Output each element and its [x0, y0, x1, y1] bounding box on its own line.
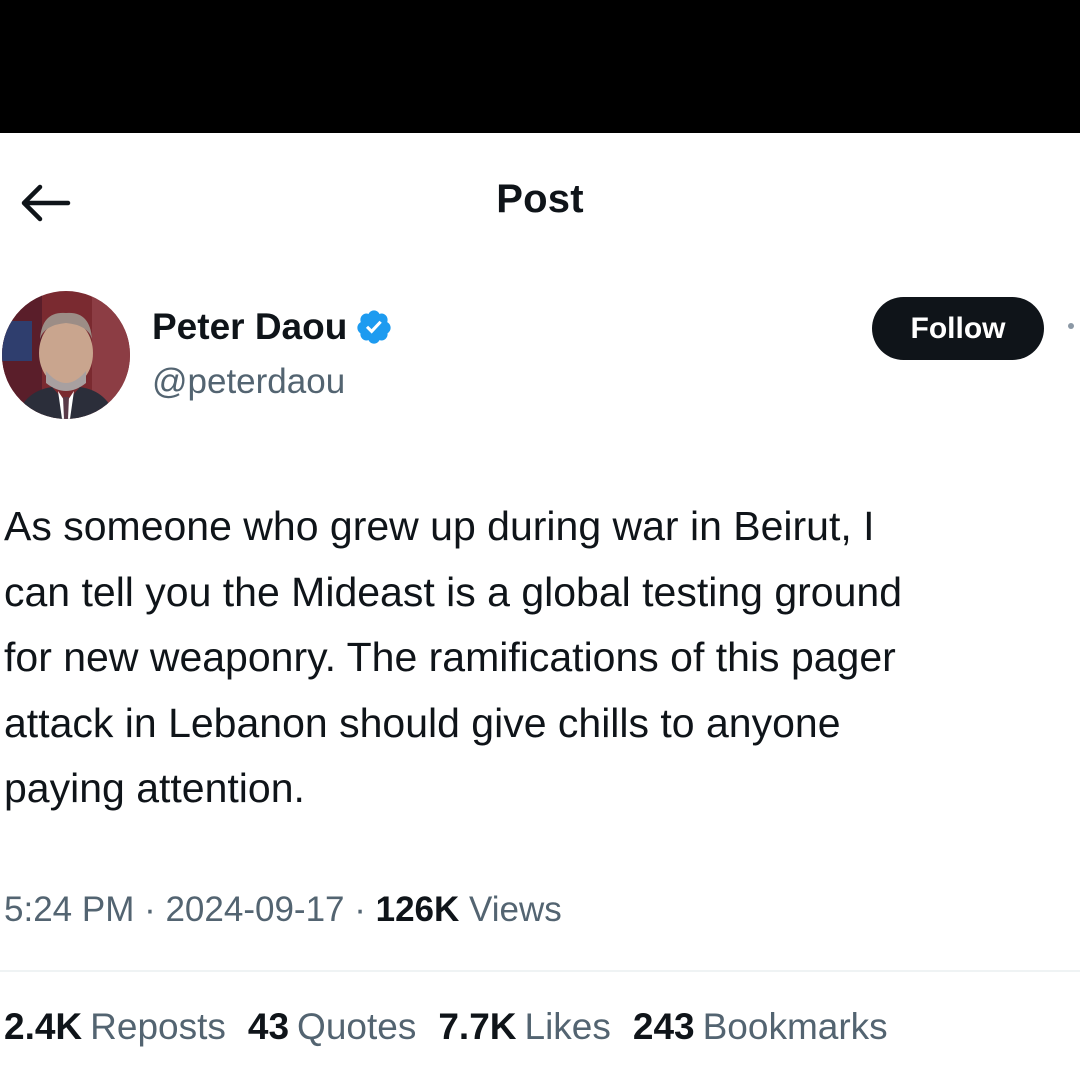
post-meta: 5:24 PM · 2024-09-17 · 126K Views	[4, 890, 562, 930]
page-title: Post	[496, 177, 584, 221]
follow-button[interactable]: Follow	[872, 297, 1044, 360]
stat-count: 7.7K	[438, 1006, 517, 1047]
post-time[interactable]: 5:24 PM	[4, 890, 134, 929]
more-options-icon[interactable]	[1068, 323, 1074, 329]
post-header: Post	[0, 133, 1080, 273]
stat-count: 243	[632, 1006, 695, 1047]
stat-label: Likes	[524, 1006, 611, 1047]
quotes-stat[interactable]: 43 Quotes	[248, 1006, 416, 1048]
stat-label: Quotes	[297, 1006, 417, 1047]
avatar[interactable]	[2, 291, 130, 419]
engagement-stats: 2.4K Reposts 43 Quotes 7.7K Likes 243 Bookma…	[4, 1006, 910, 1048]
avatar-image	[2, 291, 130, 419]
divider	[0, 970, 1080, 972]
author-handle[interactable]: @peterdaou	[152, 362, 345, 402]
stat-label: Reposts	[90, 1006, 226, 1047]
post-date[interactable]: 2024-09-17	[165, 890, 344, 929]
verified-badge-icon	[357, 310, 391, 344]
views-label: Views	[459, 890, 562, 929]
meta-separator: ·	[134, 890, 166, 929]
stat-count: 43	[247, 1006, 290, 1047]
meta-separator: ·	[344, 890, 376, 929]
author-name-text: Peter Daou	[152, 306, 348, 347]
post-text: As someone who grew up during war in Bei…	[4, 503, 902, 811]
reposts-stat[interactable]: 2.4K Reposts	[4, 1006, 226, 1048]
bookmarks-stat[interactable]: 243 Bookmarks	[633, 1006, 888, 1048]
author-name[interactable]: Peter Daou	[152, 306, 393, 348]
likes-stat[interactable]: 7.7K Likes	[438, 1006, 611, 1048]
views-count: 126K	[375, 890, 460, 929]
top-black-bar	[0, 0, 1080, 133]
stat-label: Bookmarks	[702, 1006, 888, 1047]
stat-count: 2.4K	[4, 1006, 83, 1047]
